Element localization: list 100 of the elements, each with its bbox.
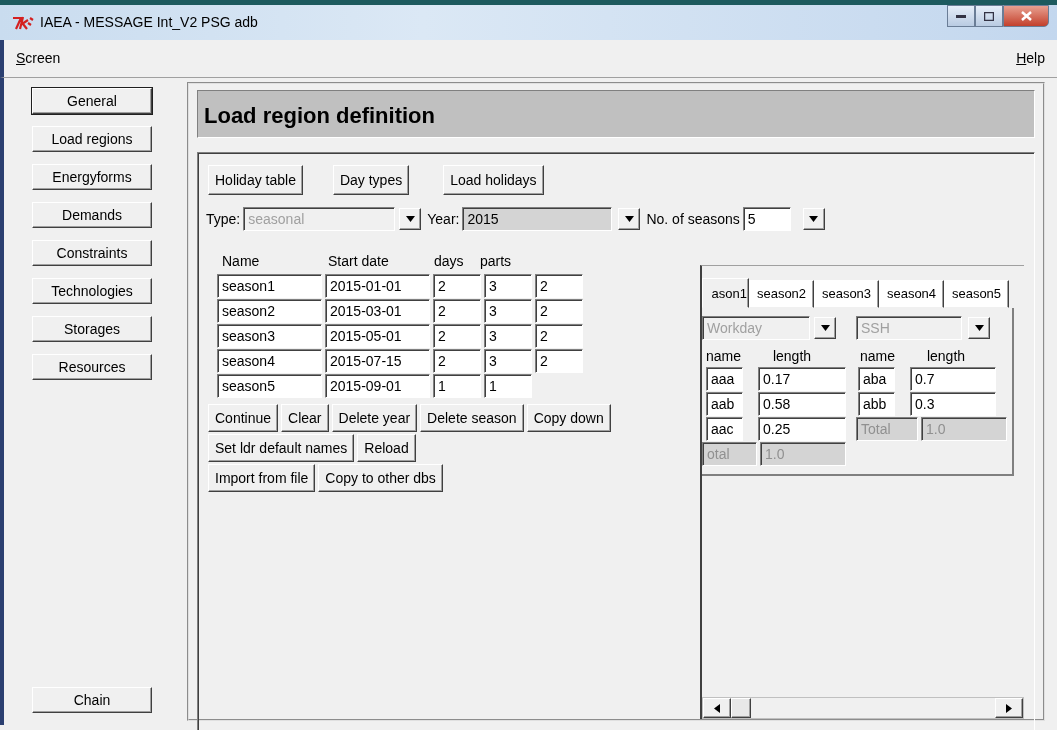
table-field[interactable]: 0.58 — [758, 391, 846, 416]
sidebar-button[interactable]: General — [32, 88, 152, 114]
table-field[interactable]: aac — [706, 416, 743, 441]
maximize-icon — [984, 11, 994, 21]
table-field[interactable]: 2 — [535, 274, 583, 298]
action-button[interactable]: Import from file — [208, 464, 316, 492]
table-field[interactable]: 0.7 — [910, 366, 996, 391]
close-button[interactable] — [1003, 5, 1049, 27]
section-header: Load region definition — [197, 90, 1035, 138]
table-field[interactable]: 3 — [484, 349, 532, 373]
column-header: Start date — [328, 252, 390, 271]
table-field[interactable]: 1 — [484, 374, 532, 398]
table-field[interactable]: 2015-09-01 — [325, 374, 430, 398]
table-field[interactable]: 3 — [484, 274, 532, 298]
sidebar-button[interactable]: Energyforms — [32, 164, 152, 190]
dropdown-field[interactable]: 2015 — [462, 207, 613, 231]
dropdown-button[interactable] — [968, 316, 990, 339]
table-field[interactable]: aaa — [706, 366, 743, 391]
table-field[interactable]: 2015-05-01 — [325, 324, 430, 348]
column-header: length — [771, 346, 813, 366]
caret-icon — [974, 324, 984, 331]
caret-icon — [624, 216, 634, 222]
column-header: Name — [222, 252, 261, 271]
table-field[interactable]: abb — [858, 391, 895, 416]
scroll-thumb[interactable] — [731, 698, 751, 718]
table-field[interactable]: aba — [858, 366, 895, 391]
table-field[interactable]: 2 — [433, 349, 481, 373]
season-tab[interactable]: ason1 — [702, 278, 749, 308]
table-field[interactable]: 2 — [535, 349, 583, 373]
sidebar-button[interactable]: Load regions — [32, 126, 152, 152]
season-tab[interactable]: season4 — [879, 280, 944, 308]
sidebar-button[interactable]: Storages — [32, 316, 152, 342]
sidebar-button[interactable]: Constraints — [32, 240, 152, 266]
action-button[interactable]: Set ldr default names — [208, 434, 355, 462]
toolbar-button[interactable]: Holiday table — [208, 165, 303, 195]
table-field[interactable]: 2 — [535, 324, 583, 348]
sidebar-button[interactable]: Technologies — [32, 278, 152, 304]
scroll-left-button[interactable] — [703, 698, 731, 718]
action-button[interactable]: Copy down — [526, 404, 611, 432]
season-tab[interactable]: season2 — [749, 280, 814, 308]
table-field[interactable]: 2015-01-01 — [325, 274, 430, 298]
action-button[interactable]: Clear — [281, 404, 329, 432]
action-button[interactable]: Copy to other dbs — [318, 464, 443, 492]
menu-item[interactable]: Screen — [14, 48, 63, 69]
season-tab[interactable]: season5 — [944, 280, 1009, 308]
caret-icon — [820, 324, 830, 331]
dropdown-button[interactable] — [399, 208, 422, 230]
column-header: name — [705, 346, 743, 366]
table-field[interactable]: 2 — [433, 324, 481, 348]
field-label: Year: — [427, 209, 460, 229]
left-arrow-icon — [714, 703, 720, 713]
table-field[interactable]: season1 — [217, 274, 322, 298]
window-title: IAEA - MESSAGE Int_V2 PSG adb — [40, 13, 258, 32]
menu-item[interactable]: Help — [1014, 48, 1047, 69]
table-field[interactable]: 2015-03-01 — [325, 299, 430, 323]
table-field[interactable]: aab — [706, 391, 743, 416]
table-field[interactable]: season3 — [217, 324, 322, 348]
minimize-icon — [956, 14, 966, 18]
column-header: parts — [480, 252, 513, 271]
field-label: Type: — [206, 209, 241, 229]
action-button[interactable]: Delete year — [331, 404, 418, 432]
table-field[interactable]: 2015-07-15 — [325, 349, 430, 373]
caret-icon — [809, 216, 819, 222]
caret-icon — [405, 216, 415, 222]
sidebar-button[interactable]: Resources — [32, 354, 152, 380]
horizontal-scrollbar[interactable] — [702, 697, 1024, 719]
action-button[interactable]: Continue — [208, 404, 279, 432]
table-field[interactable]: season2 — [217, 299, 322, 323]
column-header: length — [925, 346, 967, 366]
column-header: name — [859, 346, 897, 366]
app-icon — [12, 15, 34, 30]
table-field[interactable]: season5 — [217, 374, 322, 398]
close-icon — [1020, 11, 1032, 21]
table-field[interactable]: season4 — [217, 349, 322, 373]
dropdown-button[interactable] — [814, 316, 836, 339]
dropdown-button[interactable] — [802, 208, 825, 230]
toolbar-button[interactable]: Day types — [332, 165, 410, 195]
scroll-right-button[interactable] — [995, 698, 1023, 718]
table-field[interactable]: 3 — [484, 324, 532, 348]
dropdown-button[interactable] — [618, 208, 641, 230]
right-arrow-icon — [1006, 703, 1012, 713]
table-field[interactable]: 0.17 — [758, 366, 846, 391]
column-header: days — [434, 252, 465, 271]
action-button[interactable]: Reload — [357, 434, 416, 462]
toolbar-button[interactable]: Load holidays — [443, 165, 544, 195]
table-field[interactable]: 2 — [535, 299, 583, 323]
table-field[interactable]: 2 — [433, 274, 481, 298]
table-field[interactable]: 0.3 — [910, 391, 996, 416]
dropdown-field[interactable]: 5 — [742, 207, 791, 231]
sidebar-button[interactable]: Demands — [32, 202, 152, 228]
field-label: No. of seasons — [646, 209, 740, 229]
minimize-button[interactable] — [947, 5, 975, 27]
table-field[interactable]: 3 — [484, 299, 532, 323]
maximize-button[interactable] — [975, 5, 1003, 27]
chain-button[interactable]: Chain — [32, 687, 152, 713]
action-button[interactable]: Delete season — [420, 404, 524, 432]
season-tab[interactable]: season3 — [814, 280, 879, 308]
table-field[interactable]: 1 — [433, 374, 481, 398]
table-field[interactable]: 2 — [433, 299, 481, 323]
table-field[interactable]: 0.25 — [758, 416, 846, 441]
